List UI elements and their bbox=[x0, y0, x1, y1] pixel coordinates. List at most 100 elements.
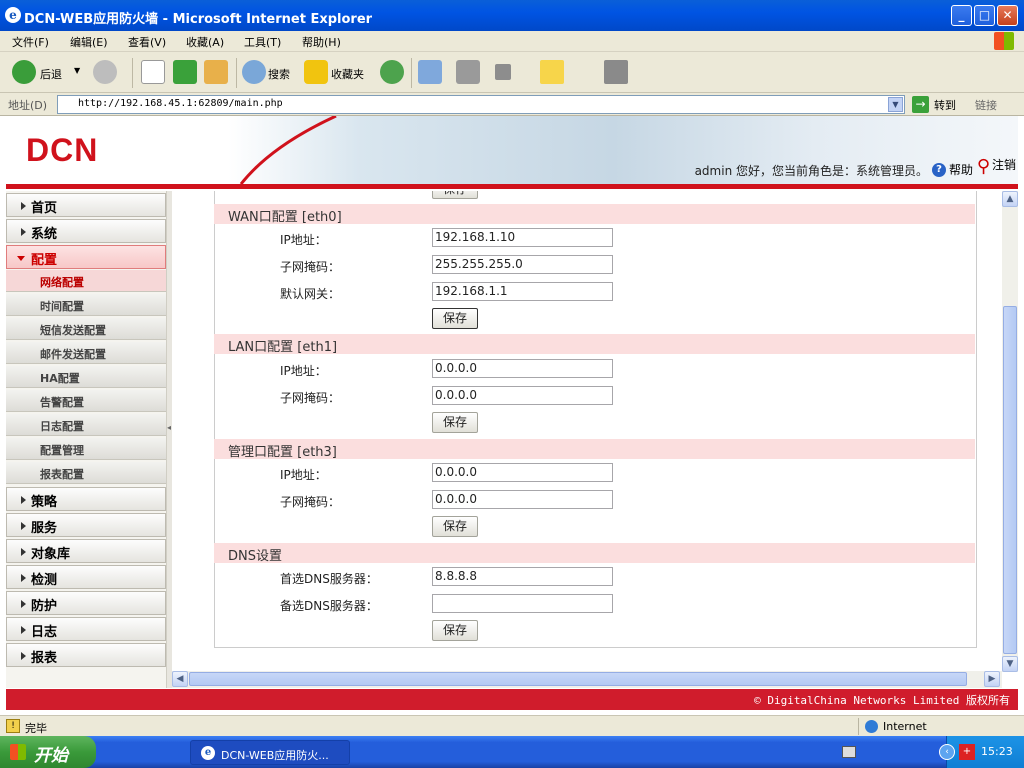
nav-detection[interactable]: 检测 bbox=[6, 565, 166, 589]
address-dropdown-icon[interactable]: ▼ bbox=[888, 97, 903, 112]
edit-icon[interactable] bbox=[495, 64, 511, 80]
mgmt-ip-input[interactable]: 0.0.0.0 bbox=[432, 463, 613, 482]
go-button[interactable]: 转到 bbox=[934, 97, 956, 113]
maximize-button[interactable]: □ bbox=[974, 5, 995, 26]
status-bar: ! 完毕 Internet bbox=[0, 715, 1024, 736]
arrow-right-icon bbox=[21, 652, 26, 660]
nav-log[interactable]: 日志 bbox=[6, 617, 166, 641]
menu-favorites[interactable]: 收藏(A) bbox=[186, 34, 224, 50]
mail-icon[interactable] bbox=[418, 60, 442, 84]
dns-secondary-label: 备选DNS服务器： bbox=[280, 599, 378, 613]
ie-icon: e bbox=[5, 7, 21, 23]
wan-gateway-input[interactable]: 192.168.1.1 bbox=[432, 282, 613, 301]
nav-sub-alert-config[interactable]: 告警配置 bbox=[6, 390, 166, 412]
mgmt-save-button[interactable]: 保存 bbox=[432, 516, 478, 537]
dns-primary-input[interactable]: 8.8.8.8 bbox=[432, 567, 613, 586]
lan-mask-input[interactable]: 0.0.0.0 bbox=[432, 386, 613, 405]
nav-object-library[interactable]: 对象库 bbox=[6, 539, 166, 563]
section-wan: WAN口配置 [eth0] bbox=[214, 204, 975, 225]
scroll-left-icon[interactable]: ◀ bbox=[172, 671, 188, 687]
page-icon: ! bbox=[6, 719, 20, 733]
go-arrow-icon[interactable]: → bbox=[912, 96, 929, 113]
horizontal-scrollbar[interactable]: ◀ ▶ bbox=[172, 671, 1002, 688]
favorites-button[interactable]: 收藏夹 bbox=[331, 66, 364, 82]
keyboard-icon[interactable] bbox=[842, 746, 856, 758]
dns-save-button[interactable]: 保存 bbox=[432, 620, 478, 641]
nav-config[interactable]: 配置 bbox=[6, 245, 166, 269]
back-arrow-icon[interactable] bbox=[12, 60, 36, 84]
vertical-scrollbar[interactable]: ▲ ▼ bbox=[1002, 191, 1018, 672]
nav-sub-network-config[interactable]: 网络配置 bbox=[6, 270, 166, 292]
nav-home[interactable]: 首页 bbox=[6, 193, 166, 217]
nav-sub-time-config[interactable]: 时间配置 bbox=[6, 294, 166, 316]
dns-secondary-input[interactable] bbox=[432, 594, 613, 613]
history-icon[interactable] bbox=[380, 60, 404, 84]
menu-view[interactable]: 查看(V) bbox=[128, 34, 166, 50]
collapse-arrow-icon[interactable]: ◂ bbox=[167, 423, 171, 432]
wan-mask-input[interactable]: 255.255.255.0 bbox=[432, 255, 613, 274]
links-button[interactable]: 链接 bbox=[975, 97, 997, 113]
nav-sub-log-config[interactable]: 日志配置 bbox=[6, 414, 166, 436]
menu-edit[interactable]: 编辑(E) bbox=[70, 34, 108, 50]
lan-ip-label: IP地址： bbox=[280, 364, 327, 378]
messenger-icon[interactable] bbox=[604, 60, 628, 84]
stop-icon[interactable] bbox=[141, 60, 165, 84]
logout-link[interactable]: 注销 bbox=[992, 156, 1016, 173]
help-icon[interactable]: ? bbox=[932, 163, 946, 177]
scroll-down-icon[interactable]: ▼ bbox=[1002, 656, 1018, 672]
nav-protection[interactable]: 防护 bbox=[6, 591, 166, 615]
favorites-star-icon[interactable] bbox=[304, 60, 328, 84]
search-icon[interactable] bbox=[242, 60, 266, 84]
tray-app-icon[interactable]: + bbox=[959, 744, 975, 760]
menu-file[interactable]: 文件(F) bbox=[12, 34, 49, 50]
nav-system[interactable]: 系统 bbox=[6, 219, 166, 243]
scroll-up-icon[interactable]: ▲ bbox=[1002, 191, 1018, 207]
menu-tools[interactable]: 工具(T) bbox=[244, 34, 281, 50]
title-bar: e DCN-WEB应用防火墙 - Microsoft Internet Expl… bbox=[0, 0, 1024, 31]
wan-ip-input[interactable]: 192.168.1.10 bbox=[432, 228, 613, 247]
lan-ip-input[interactable]: 0.0.0.0 bbox=[432, 359, 613, 378]
wan-mask-label: 子网掩码： bbox=[280, 260, 341, 274]
mgmt-mask-input[interactable]: 0.0.0.0 bbox=[432, 490, 613, 509]
refresh-icon[interactable] bbox=[173, 60, 197, 84]
home-icon[interactable] bbox=[204, 60, 228, 84]
print-icon[interactable] bbox=[456, 60, 480, 84]
nav-sub-config-management[interactable]: 配置管理 bbox=[6, 438, 166, 460]
back-dropdown-icon[interactable]: ▼ bbox=[74, 66, 80, 75]
nav-report[interactable]: 报表 bbox=[6, 643, 166, 667]
vertical-scroll-thumb[interactable] bbox=[1003, 306, 1017, 654]
scroll-right-icon[interactable]: ▶ bbox=[984, 671, 1000, 687]
nav-sub-sms-config[interactable]: 短信发送配置 bbox=[6, 318, 166, 340]
discuss-icon[interactable] bbox=[540, 60, 564, 84]
lan-save-button[interactable]: 保存 bbox=[432, 412, 478, 433]
system-tray: ‹ + 15:23 bbox=[939, 736, 1024, 768]
save-button-top[interactable]: 保存 bbox=[432, 191, 478, 199]
tray-expand-icon[interactable]: ‹ bbox=[939, 744, 955, 760]
address-url[interactable]: http://192.168.45.1:62809/main.php bbox=[78, 98, 283, 109]
forward-arrow-icon[interactable] bbox=[93, 60, 117, 84]
nav-sub-mail-config[interactable]: 邮件发送配置 bbox=[6, 342, 166, 364]
mgmt-ip-label: IP地址： bbox=[280, 468, 327, 482]
web-page: DCN admin 您好，您当前角色是：系统管理员。 ? 帮助 ⚲ 注销 首页 … bbox=[0, 116, 1020, 715]
taskbar-item-ie[interactable]: e DCN-WEB应用防火... bbox=[190, 740, 350, 765]
address-input[interactable]: http://192.168.45.1:62809/main.php ▼ bbox=[57, 95, 905, 114]
menu-help[interactable]: 帮助(H) bbox=[302, 34, 341, 50]
back-button[interactable]: 后退 bbox=[40, 66, 62, 82]
start-button[interactable]: 开始 bbox=[0, 736, 96, 768]
logout-key-icon[interactable]: ⚲ bbox=[977, 156, 990, 177]
taskbar: 开始 e DCN-WEB应用防火... ‹ + 15:23 bbox=[0, 736, 1024, 768]
search-button[interactable]: 搜索 bbox=[268, 66, 290, 82]
toolbar: 后退 ▼ 搜索 收藏夹 bbox=[0, 52, 1024, 93]
arrow-right-icon bbox=[21, 548, 26, 556]
help-link[interactable]: 帮助 bbox=[949, 161, 973, 178]
wan-save-button[interactable]: 保存 bbox=[432, 308, 478, 329]
nav-policy[interactable]: 策略 bbox=[6, 487, 166, 511]
nav-sub-ha-config[interactable]: HA配置 bbox=[6, 366, 166, 388]
mgmt-mask-label: 子网掩码： bbox=[280, 495, 341, 509]
close-button[interactable]: ✕ bbox=[997, 5, 1018, 26]
nav-sub-report-config[interactable]: 报表配置 bbox=[6, 462, 166, 484]
nav-service[interactable]: 服务 bbox=[6, 513, 166, 537]
security-zone: Internet bbox=[883, 720, 927, 733]
minimize-button[interactable]: _ bbox=[951, 5, 972, 26]
horizontal-scroll-thumb[interactable] bbox=[189, 672, 967, 686]
